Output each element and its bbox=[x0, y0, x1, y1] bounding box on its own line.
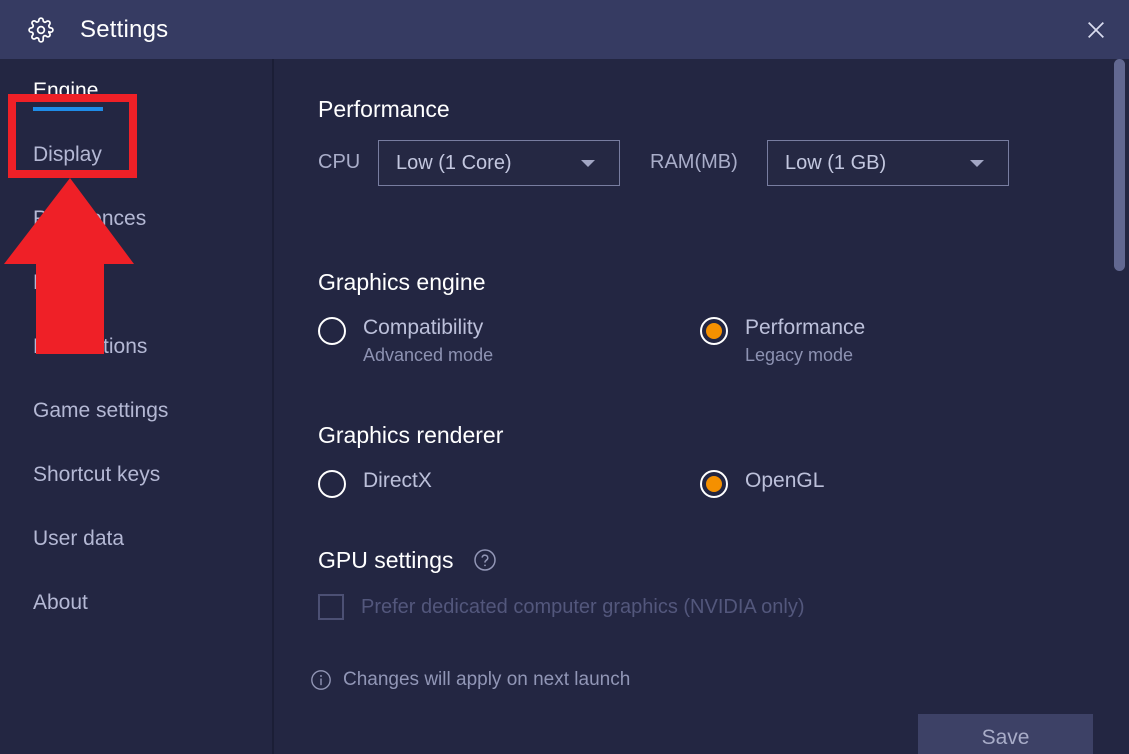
radio-opengl[interactable]: OpenGL bbox=[700, 468, 824, 498]
sidebar-item-label: Engine bbox=[33, 79, 99, 102]
sidebar-item-label: Preferences bbox=[33, 207, 147, 230]
cpu-select[interactable]: Low (1 Core) bbox=[378, 140, 620, 186]
sidebar-item-about[interactable]: About bbox=[0, 571, 272, 635]
radio-text-group: DirectX bbox=[363, 468, 432, 494]
settings-window: Settings Engine Display Preferences Devi… bbox=[0, 0, 1129, 754]
scrollbar-thumb[interactable] bbox=[1114, 59, 1125, 271]
sidebar-item-user-data[interactable]: User data bbox=[0, 507, 272, 571]
sidebar-item-label: Display bbox=[33, 143, 102, 166]
radio-performance[interactable]: Performance Legacy mode bbox=[700, 315, 865, 369]
ram-label: RAM(MB) bbox=[650, 151, 738, 173]
sidebar-item-game-settings[interactable]: Game settings bbox=[0, 379, 272, 443]
scrollbar-track[interactable] bbox=[1114, 59, 1125, 754]
sidebar-item-label: Shortcut keys bbox=[33, 463, 161, 486]
cpu-select-value: Low (1 Core) bbox=[396, 151, 512, 174]
sidebar-item-label: User data bbox=[33, 527, 125, 550]
graphics-engine-section-title: Graphics engine bbox=[318, 269, 486, 295]
radio-icon bbox=[700, 470, 728, 498]
sidebar-item-label: Game settings bbox=[33, 399, 169, 422]
sidebar-item-shortcut-keys[interactable]: Shortcut keys bbox=[0, 443, 272, 507]
sidebar-item-preferences[interactable]: Preferences bbox=[0, 187, 272, 251]
close-icon bbox=[1088, 21, 1104, 38]
graphics-renderer-section-title: Graphics renderer bbox=[318, 422, 504, 448]
radio-icon bbox=[318, 470, 346, 498]
close-button[interactable] bbox=[1063, 0, 1129, 59]
footer-note: Changes will apply on next launch bbox=[310, 669, 630, 691]
checkbox-icon[interactable] bbox=[318, 594, 344, 620]
settings-content: Performance CPU Low (1 Core) RAM(MB) Low… bbox=[274, 59, 1129, 754]
radio-label: OpenGL bbox=[745, 469, 825, 492]
sidebar-item-display[interactable]: Display bbox=[0, 123, 272, 187]
radio-directx[interactable]: DirectX bbox=[318, 468, 432, 498]
prefer-dedicated-gpu-checkbox-row[interactable]: Prefer dedicated computer graphics (NVID… bbox=[318, 594, 805, 620]
sidebar-item-label: Device bbox=[33, 271, 98, 294]
gpu-settings-section-title: GPU settings bbox=[318, 547, 454, 573]
main-panel: Performance CPU Low (1 Core) RAM(MB) Low… bbox=[274, 59, 1129, 754]
window-body: Engine Display Preferences Device Notifi… bbox=[0, 59, 1129, 754]
radio-label: Performance bbox=[745, 316, 866, 339]
sidebar-item-engine[interactable]: Engine bbox=[0, 59, 272, 123]
radio-compatibility[interactable]: Compatibility Advanced mode bbox=[318, 315, 493, 369]
chevron-down-icon bbox=[970, 159, 984, 167]
ram-select[interactable]: Low (1 GB) bbox=[767, 140, 1009, 186]
radio-label: DirectX bbox=[363, 469, 432, 492]
info-circle-icon bbox=[310, 669, 332, 691]
radio-sublabel: Advanced mode bbox=[363, 345, 494, 365]
radio-text-group: Performance Legacy mode bbox=[745, 315, 865, 369]
chevron-down-icon bbox=[581, 159, 595, 167]
performance-section-title: Performance bbox=[318, 96, 450, 122]
sidebar-item-notifications[interactable]: Notifications bbox=[0, 315, 272, 379]
save-button[interactable]: Save bbox=[918, 714, 1093, 754]
radio-icon bbox=[318, 317, 346, 345]
footer-note-text: Changes will apply on next launch bbox=[343, 669, 631, 690]
sidebar-item-label: Notifications bbox=[33, 335, 148, 358]
ram-select-value: Low (1 GB) bbox=[785, 151, 887, 174]
sidebar-nav: Engine Display Preferences Device Notifi… bbox=[0, 59, 272, 635]
window-title: Settings bbox=[80, 15, 169, 43]
active-indicator bbox=[33, 107, 103, 111]
radio-icon bbox=[700, 317, 728, 345]
radio-label: Compatibility bbox=[363, 316, 484, 339]
title-bar: Settings bbox=[0, 0, 1129, 59]
radio-sublabel: Legacy mode bbox=[745, 345, 854, 365]
checkbox-label: Prefer dedicated computer graphics (NVID… bbox=[361, 595, 805, 618]
sidebar: Engine Display Preferences Device Notifi… bbox=[0, 59, 272, 754]
sidebar-item-label: About bbox=[33, 591, 88, 614]
cpu-label: CPU bbox=[318, 151, 361, 173]
radio-text-group: OpenGL bbox=[745, 468, 824, 494]
sidebar-item-device[interactable]: Device bbox=[0, 251, 272, 315]
gear-icon bbox=[28, 16, 54, 43]
title-bar-left: Settings bbox=[0, 16, 168, 44]
help-circle-icon[interactable] bbox=[473, 548, 497, 572]
radio-text-group: Compatibility Advanced mode bbox=[363, 315, 493, 369]
